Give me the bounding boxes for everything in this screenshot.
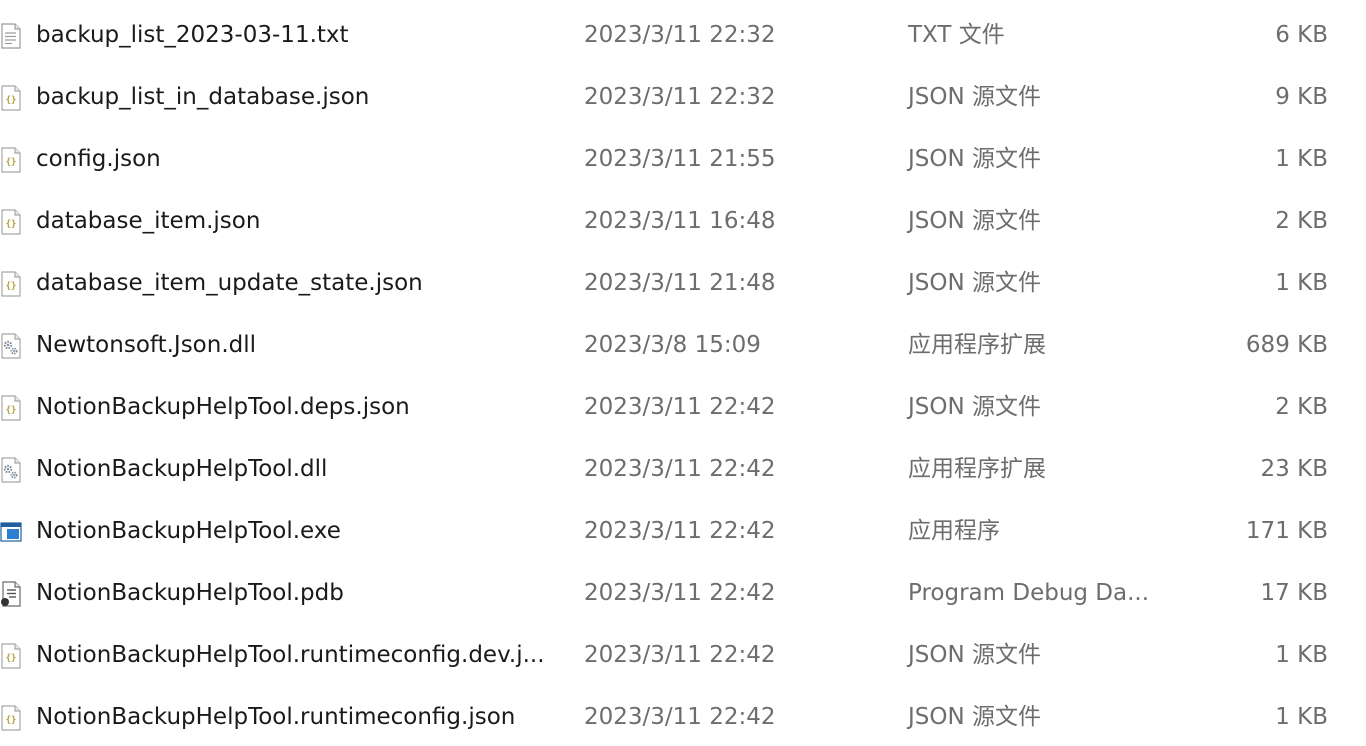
file-size: 2 KB bbox=[1275, 208, 1328, 234]
file-modified-date: 2023/3/11 21:48 bbox=[584, 270, 776, 296]
file-row[interactable]: {} config.json 2023/3/11 21:55 JSON 源文件 … bbox=[0, 128, 1366, 190]
file-size: 6 KB bbox=[1275, 22, 1328, 48]
svg-text:{}: {} bbox=[6, 282, 17, 292]
file-size: 171 KB bbox=[1245, 518, 1328, 544]
json-file-icon: {} bbox=[0, 209, 22, 235]
file-type: JSON 源文件 bbox=[908, 84, 1042, 110]
json-file-icon: {} bbox=[0, 147, 22, 173]
file-row[interactable]: {} backup_list_in_database.json 2023/3/1… bbox=[0, 66, 1366, 128]
file-size: 23 KB bbox=[1260, 456, 1328, 482]
file-type: JSON 源文件 bbox=[908, 146, 1042, 172]
json-file-icon: {} bbox=[0, 271, 22, 297]
dll-file-icon bbox=[0, 333, 22, 359]
pdb-file-icon bbox=[0, 581, 22, 607]
file-type: TXT 文件 bbox=[908, 22, 1005, 48]
file-modified-date: 2023/3/11 16:48 bbox=[584, 208, 776, 234]
file-type: JSON 源文件 bbox=[908, 270, 1042, 296]
file-row[interactable]: NotionBackupHelpTool.exe 2023/3/11 22:42… bbox=[0, 500, 1366, 562]
file-name: database_item.json bbox=[36, 208, 261, 234]
file-row[interactable]: {} NotionBackupHelpTool.deps.json 2023/3… bbox=[0, 376, 1366, 438]
file-size: 1 KB bbox=[1275, 642, 1328, 668]
file-size: 2 KB bbox=[1275, 394, 1328, 420]
file-name: NotionBackupHelpTool.runtimeconfig.json bbox=[36, 704, 516, 730]
file-modified-date: 2023/3/11 22:42 bbox=[584, 394, 776, 420]
file-size: 17 KB bbox=[1260, 580, 1328, 606]
file-type: JSON 源文件 bbox=[908, 642, 1042, 668]
file-modified-date: 2023/3/11 22:42 bbox=[584, 704, 776, 730]
file-type: 应用程序扩展 bbox=[908, 456, 1046, 482]
file-modified-date: 2023/3/11 22:42 bbox=[584, 580, 776, 606]
file-name: Newtonsoft.Json.dll bbox=[36, 332, 257, 358]
file-type: JSON 源文件 bbox=[908, 208, 1042, 234]
file-name: NotionBackupHelpTool.deps.json bbox=[36, 394, 410, 420]
exe-file-icon bbox=[0, 519, 22, 545]
file-modified-date: 2023/3/11 22:42 bbox=[584, 456, 776, 482]
file-name: config.json bbox=[36, 146, 161, 172]
file-size: 1 KB bbox=[1275, 704, 1328, 730]
file-size: 1 KB bbox=[1275, 146, 1328, 172]
file-name: backup_list_in_database.json bbox=[36, 84, 370, 110]
json-file-icon: {} bbox=[0, 705, 22, 731]
file-name: backup_list_2023-03-11.txt bbox=[36, 22, 349, 48]
file-modified-date: 2023/3/11 22:42 bbox=[584, 518, 776, 544]
file-row[interactable]: {} database_item_update_state.json 2023/… bbox=[0, 252, 1366, 314]
file-row[interactable]: {} database_item.json 2023/3/11 16:48 JS… bbox=[0, 190, 1366, 252]
file-type: JSON 源文件 bbox=[908, 394, 1042, 420]
file-modified-date: 2023/3/8 15:09 bbox=[584, 332, 761, 358]
json-file-icon: {} bbox=[0, 395, 22, 421]
file-size: 1 KB bbox=[1275, 270, 1328, 296]
file-modified-date: 2023/3/11 22:32 bbox=[584, 22, 776, 48]
file-name: NotionBackupHelpTool.pdb bbox=[36, 580, 344, 606]
svg-text:{}: {} bbox=[6, 406, 17, 416]
file-row[interactable]: {} NotionBackupHelpTool.runtimeconfig.de… bbox=[0, 624, 1366, 686]
file-type: 应用程序 bbox=[908, 518, 1000, 544]
file-row[interactable]: {} NotionBackupHelpTool.runtimeconfig.js… bbox=[0, 686, 1366, 746]
file-row[interactable]: NotionBackupHelpTool.pdb 2023/3/11 22:42… bbox=[0, 562, 1366, 624]
svg-text:{}: {} bbox=[6, 96, 17, 106]
dll-file-icon bbox=[0, 457, 22, 483]
file-modified-date: 2023/3/11 21:55 bbox=[584, 146, 776, 172]
svg-text:{}: {} bbox=[6, 654, 17, 664]
file-row[interactable]: backup_list_2023-03-11.txt 2023/3/11 22:… bbox=[0, 4, 1366, 66]
json-file-icon: {} bbox=[0, 85, 22, 111]
file-name: database_item_update_state.json bbox=[36, 270, 423, 296]
file-size: 9 KB bbox=[1275, 84, 1328, 110]
file-name: NotionBackupHelpTool.runtimeconfig.dev.j… bbox=[36, 642, 545, 668]
file-type: 应用程序扩展 bbox=[908, 332, 1046, 358]
file-list: backup_list_2023-03-11.txt 2023/3/11 22:… bbox=[0, 4, 1366, 746]
file-modified-date: 2023/3/11 22:32 bbox=[584, 84, 776, 110]
svg-text:{}: {} bbox=[6, 158, 17, 168]
svg-text:{}: {} bbox=[6, 716, 17, 726]
file-size: 689 KB bbox=[1245, 332, 1328, 358]
file-row[interactable]: NotionBackupHelpTool.dll 2023/3/11 22:42… bbox=[0, 438, 1366, 500]
file-type: JSON 源文件 bbox=[908, 704, 1042, 730]
svg-text:{}: {} bbox=[6, 220, 17, 230]
file-modified-date: 2023/3/11 22:42 bbox=[584, 642, 776, 668]
file-type: Program Debug Da... bbox=[908, 580, 1150, 606]
file-row[interactable]: Newtonsoft.Json.dll 2023/3/8 15:09 应用程序扩… bbox=[0, 314, 1366, 376]
json-file-icon: {} bbox=[0, 643, 22, 669]
text-file-icon bbox=[0, 23, 22, 49]
file-name: NotionBackupHelpTool.exe bbox=[36, 518, 341, 544]
file-name: NotionBackupHelpTool.dll bbox=[36, 456, 328, 482]
